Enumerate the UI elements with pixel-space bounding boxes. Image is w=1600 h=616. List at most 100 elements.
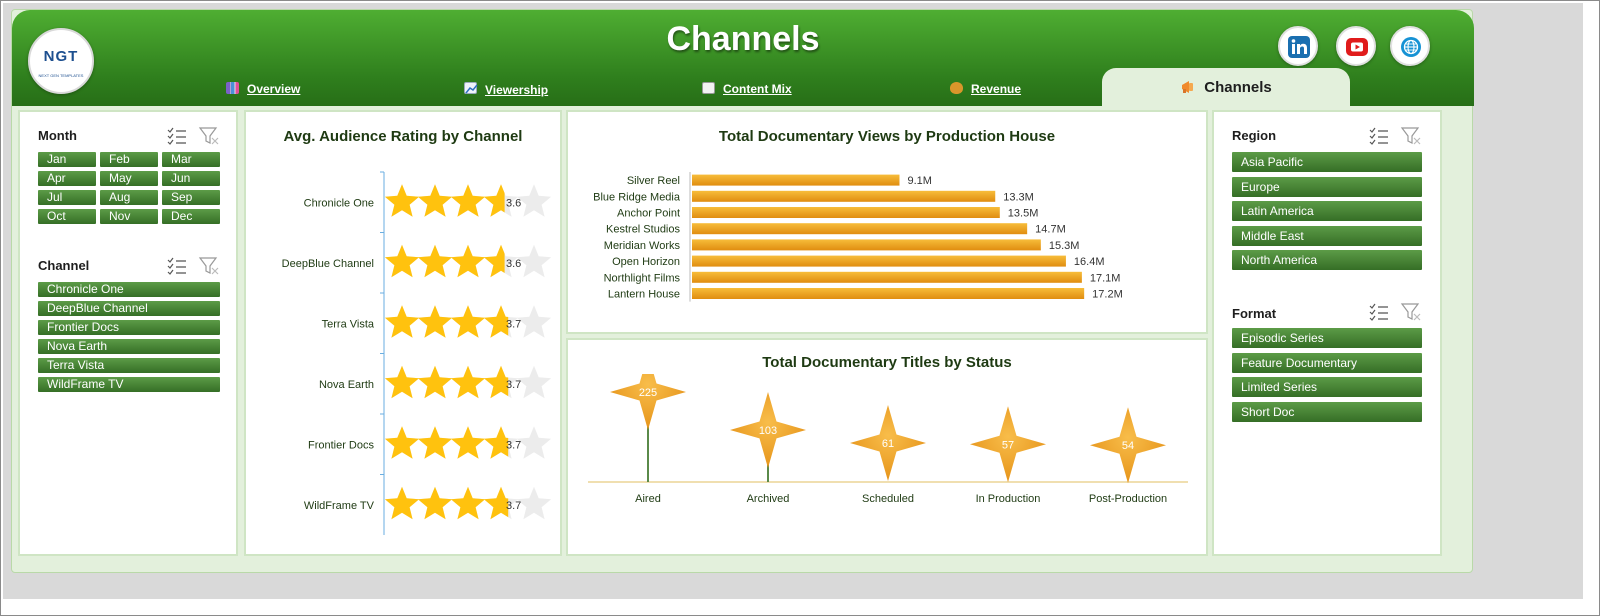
multi-select-icon[interactable] [166,256,188,276]
views-chart-panel: Total Documentary Views by Production Ho… [566,110,1208,334]
status-value-label: 61 [882,438,894,450]
website-button[interactable] [1390,26,1430,66]
rating-chart-title: Avg. Audience Rating by Channel [283,128,523,145]
slicer-item[interactable]: Apr [38,171,96,186]
linkedin-icon [1288,36,1310,58]
linkedin-button[interactable] [1278,26,1318,66]
rating-category-label: Chronicle One [304,197,374,209]
slicer-item[interactable]: Jan [38,152,96,167]
line-chart-icon [464,82,478,94]
tab-channels[interactable]: Channels [1102,68,1350,106]
clear-filter-icon[interactable] [1400,126,1422,146]
views-bar [692,255,1066,267]
multi-select-icon[interactable] [166,126,188,146]
slicer-item[interactable]: Oct [38,209,96,224]
tab-label: Channels [1204,79,1272,96]
slicer-item[interactable]: Asia Pacific [1232,152,1422,172]
format-slicer-label: Format [1232,306,1277,321]
slicer-item[interactable]: Aug [100,190,158,205]
youtube-button[interactable] [1336,26,1376,66]
rating-category-label: DeepBlue Channel [282,258,374,270]
status-star-marker [610,374,686,430]
dashboard: NGT NEXT GEN TEMPLATES Channels Overview… [11,9,1474,573]
tab-label: Revenue [971,82,1022,96]
slicer-item[interactable]: WildFrame TV [38,377,220,392]
slicer-item[interactable]: Europe [1232,176,1422,197]
rating-star-empty [516,244,552,278]
views-bar [692,239,1041,251]
clipboard-icon [702,82,715,94]
rating-star-empty [516,426,552,459]
views-bar [692,190,996,202]
slicer-item[interactable]: Feature Documentary [1232,352,1422,373]
slicer-item[interactable]: Dec [162,209,220,224]
bar-chart-icon [226,82,239,94]
slicer-item[interactable]: Middle East [1232,225,1422,246]
status-value-label: 225 [639,387,657,399]
rating-value-label: 3.7 [506,318,521,330]
slicer-item[interactable]: Episodic Series [1232,328,1422,348]
page-title: Channels [666,20,820,58]
rating-star-filled [417,305,453,338]
rating-star-filled [384,486,420,520]
rating-value-label: 3.7 [506,500,521,512]
left-slicer-panel: Month Jan Feb Mar Apr May Jun Jul Aug Sep Oct Nov D… [18,110,238,556]
rating-value-label: 3.7 [506,379,521,391]
tab-revenue[interactable]: Revenue [950,82,1021,96]
slicer-item[interactable]: Nova Earth [38,339,220,354]
slicer-item[interactable]: Limited Series [1232,377,1422,397]
slicer-item[interactable]: Chronicle One [38,282,220,297]
slicer-item[interactable]: Mar [162,152,220,167]
views-chart: Silver Reel 9.1M Blue Ridge Media 13.3M Anch… [593,172,1123,302]
slicer-item[interactable]: Frontier Docs [38,320,220,335]
tab-viewership[interactable]: Viewership [464,82,548,97]
views-bar [692,207,1000,218]
slicer-item[interactable]: May [100,171,158,186]
tab-content-mix[interactable]: Content Mix [702,82,792,96]
views-bar [692,271,1082,283]
slicer-item[interactable]: North America [1232,250,1422,270]
clear-filter-icon[interactable] [1400,302,1422,322]
month-slicer-label: Month [38,128,77,143]
views-value-label: 16.4M [1074,256,1105,268]
slicer-item[interactable]: Sep [162,190,220,205]
rating-star-filled [450,244,486,278]
rating-star-filled [417,426,453,459]
status-value-label: 103 [759,425,777,437]
tab-overview[interactable]: Overview [226,82,300,96]
status-chart: 225 Aired 103 Archived 61 Scheduled 57 In Produ… [588,374,1188,505]
clear-filter-icon[interactable] [198,256,220,276]
slicer-item[interactable]: Feb [100,152,158,167]
tab-label: Viewership [485,83,549,97]
views-value-label: 15.3M [1049,240,1080,252]
rating-star-filled [417,244,453,278]
slicer-item[interactable]: Jun [162,171,220,186]
slicer-item[interactable]: Latin America [1232,201,1422,221]
tab-label: Overview [247,82,301,96]
views-category-label: Meridian Works [604,240,681,252]
slicer-item[interactable]: DeepBlue Channel [38,301,220,316]
multi-select-icon[interactable] [1368,302,1390,322]
rating-star-filled [450,426,486,459]
rating-star-filled [450,486,486,520]
status-category-label: Archived [747,493,790,505]
rating-star-filled [384,244,420,278]
views-category-label: Anchor Point [617,208,680,220]
slicer-item[interactable]: Jul [38,190,96,205]
web-globe-icon [1401,37,1421,57]
status-category-label: Scheduled [862,493,914,505]
money-bag-icon [950,82,963,94]
views-value-label: 13.3M [1003,191,1034,203]
status-category-label: Post-Production [1089,493,1167,505]
clear-filter-icon[interactable] [198,126,220,146]
rating-value-label: 3.6 [506,258,521,270]
sheet-canvas: NGT NEXT GEN TEMPLATES Channels Overview… [3,3,1583,599]
rating-star-filled [384,426,420,459]
slicer-item[interactable]: Terra Vista [38,358,220,373]
views-value-label: 13.5M [1008,208,1039,220]
views-value-label: 17.1M [1090,272,1121,284]
multi-select-icon[interactable] [1368,126,1390,146]
slicer-item[interactable]: Short Doc [1232,401,1422,422]
rating-category-label: WildFrame TV [304,500,375,512]
slicer-item[interactable]: Nov [100,209,158,224]
